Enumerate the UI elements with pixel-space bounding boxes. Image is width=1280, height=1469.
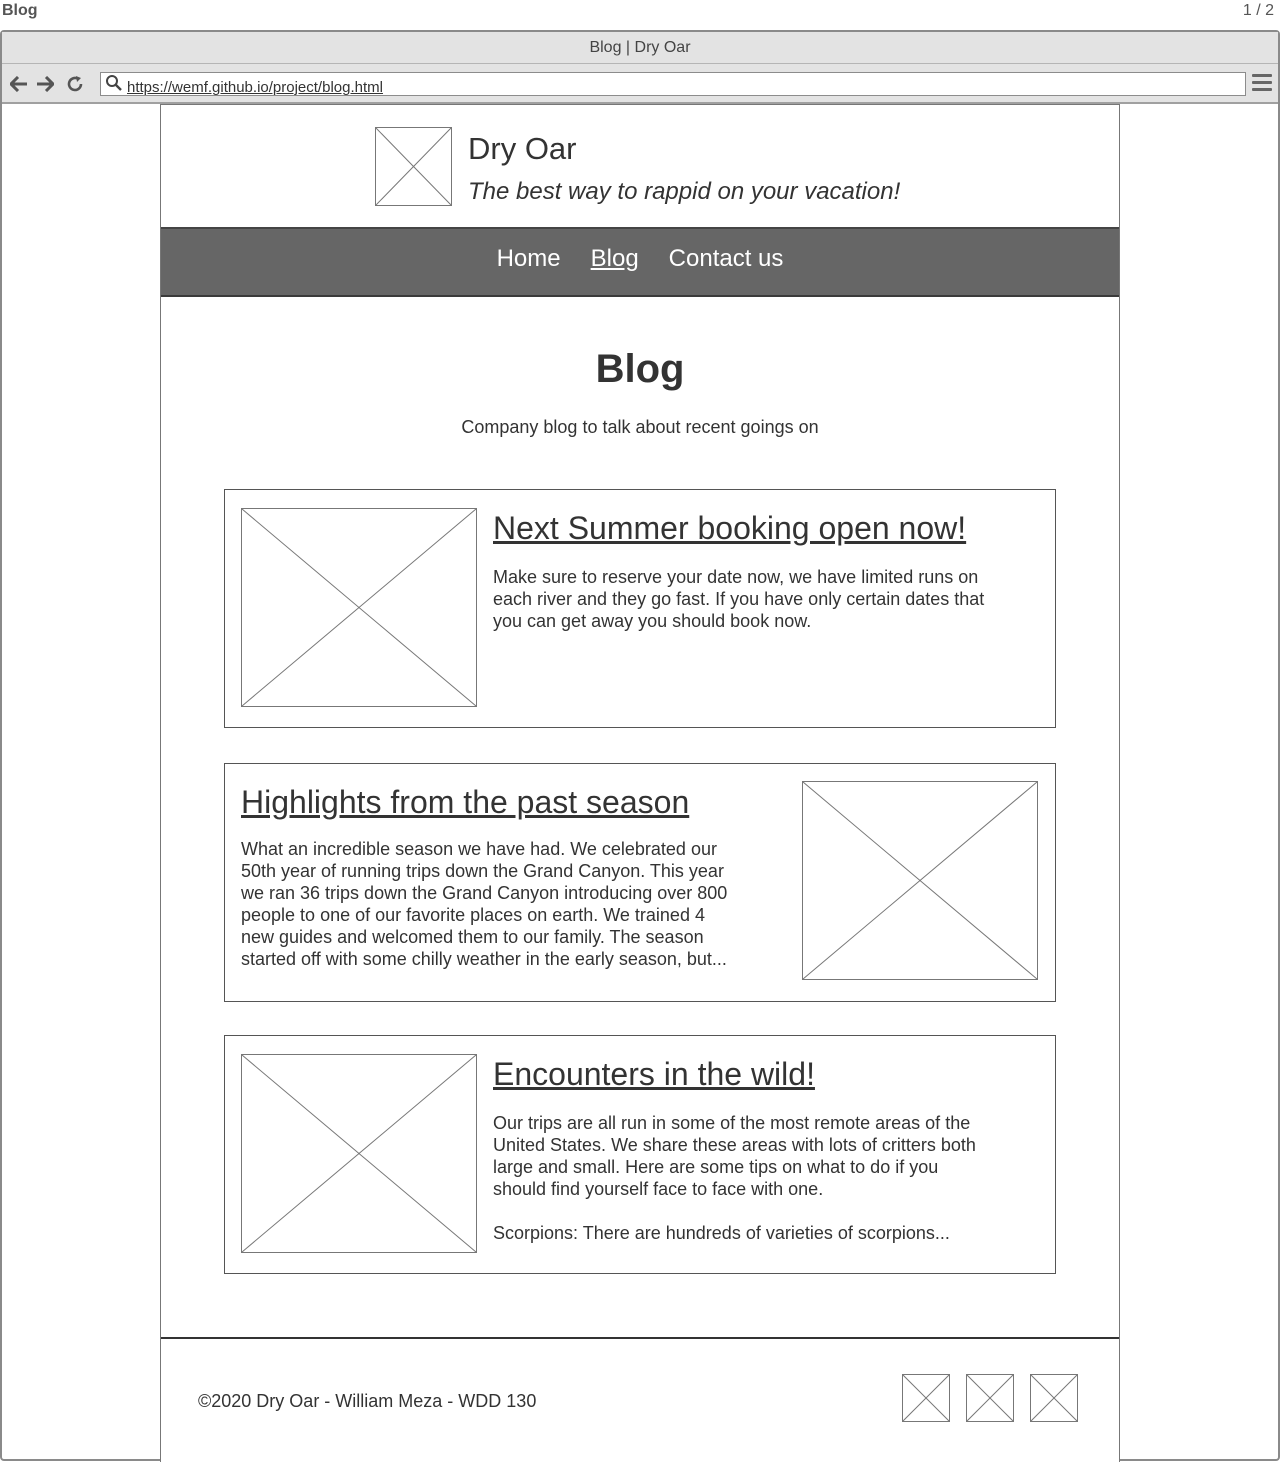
post-excerpt: What an incredible season we have had. W… (241, 839, 728, 969)
post-excerpt: Our trips are all run in some of the mos… (493, 1113, 976, 1243)
browser-toolbar: https://wemf.github.io/project/blog.html (2, 64, 1278, 104)
search-icon (105, 74, 123, 92)
url-bar[interactable]: https://wemf.github.io/project/blog.html (100, 72, 1246, 96)
page-title: Blog (595, 347, 685, 391)
post-title-link[interactable]: Highlights from the past season (241, 784, 689, 821)
post-excerpt: Make sure to reserve your date now, we h… (493, 567, 985, 631)
browser-title: Blog | Dry Oar (2, 32, 1278, 64)
page-label: Blog (2, 2, 38, 19)
post-title-link[interactable]: Next Summer booking open now! (493, 510, 966, 547)
url-text[interactable]: https://wemf.github.io/project/blog.html (127, 79, 383, 96)
social-icon-placeholder[interactable] (1030, 1374, 1078, 1422)
arrow-right-icon[interactable] (34, 73, 56, 95)
reload-icon[interactable] (64, 73, 86, 95)
site-name: Dry Oar (468, 131, 577, 166)
social-icon-placeholder[interactable] (966, 1374, 1014, 1422)
post-title-link[interactable]: Encounters in the wild! (493, 1056, 815, 1093)
tagline: The best way to rappid on your vacation! (468, 178, 901, 205)
main-nav: Home Blog Contact us (161, 229, 1119, 297)
web-page: Dry Oar The best way to rappid on your v… (160, 104, 1120, 1462)
site-footer: ©2020 Dry Oar - William Meza - WDD 130 (161, 1337, 1119, 1463)
page-count: 1 / 2 (1242, 2, 1274, 19)
blog-post-card: Encounters in the wild! Our trips are al… (224, 1035, 1056, 1274)
blog-post-card: Next Summer booking open now! Make sure … (224, 489, 1056, 728)
logo-image-placeholder (375, 127, 452, 206)
arrow-left-icon[interactable] (8, 73, 30, 95)
post-image-placeholder (802, 781, 1038, 980)
hamburger-menu-icon[interactable] (1252, 74, 1272, 92)
social-icon-placeholder[interactable] (902, 1374, 950, 1422)
nav-item-contact-us[interactable]: Contact us (669, 245, 784, 273)
post-image-placeholder (241, 508, 477, 707)
nav-item-blog[interactable]: Blog (591, 245, 639, 273)
footer-copyright: ©2020 Dry Oar - William Meza - WDD 130 (198, 1391, 537, 1411)
nav-item-home[interactable]: Home (497, 245, 561, 273)
page-subtitle: Company blog to talk about recent goings… (461, 417, 819, 437)
site-header: Dry Oar The best way to rappid on your v… (161, 105, 1119, 229)
post-image-placeholder (241, 1054, 477, 1253)
blog-post-card: Highlights from the past season What an … (224, 763, 1056, 1002)
